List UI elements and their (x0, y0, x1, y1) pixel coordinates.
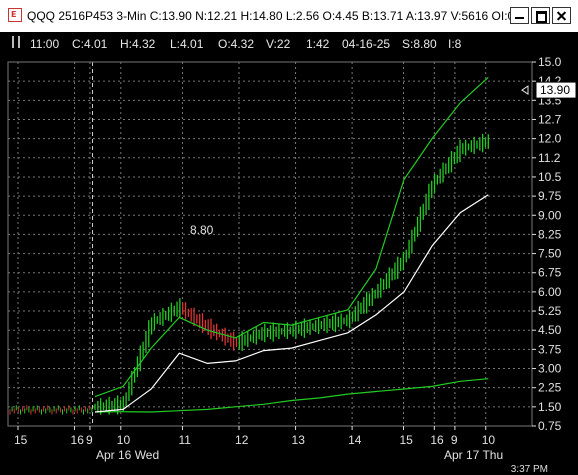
info-duration: 1:42 (306, 37, 330, 51)
minimize-button[interactable] (510, 7, 529, 24)
info-i: I:8 (448, 37, 462, 51)
bar-marker-icon (12, 36, 20, 48)
y-tick-label: 3.00 (538, 362, 562, 376)
y-axis: 15.014.213.512.712.011.210.59.759.008.25… (532, 55, 562, 433)
info-open: O:4.32 (218, 37, 255, 51)
annotations: 13.90 8.80 (190, 81, 577, 237)
last-price-label: 13.90 (540, 83, 570, 97)
y-tick-label: 9.00 (538, 208, 562, 222)
x-tick-label: 14 (348, 433, 362, 447)
info-bar: 11:00 C:4.01 H:4.32 L:4.01 O:4.32 V:22 1… (0, 32, 578, 54)
date-label: Apr 16 Wed (96, 448, 159, 462)
date-label: Apr 17 Thu (444, 448, 503, 462)
info-low: L:4.01 (170, 37, 204, 51)
y-tick-label: 8.25 (538, 227, 562, 241)
x-tick-label: 9 (86, 433, 93, 447)
plot-area (7, 61, 533, 427)
window-title: QQQ 2516P453 3-Min C:13.90 N:12.21 H:14.… (27, 9, 515, 23)
y-tick-label: 10.5 (538, 170, 562, 184)
app-icon-letter: E (11, 10, 17, 19)
y-tick-label: 0.75 (538, 419, 562, 433)
info-s: S:8.80 (402, 37, 437, 51)
last-price-pointer (521, 85, 529, 96)
maximize-button[interactable] (531, 7, 550, 24)
x-tick-label: 10 (482, 433, 496, 447)
close-button[interactable] (552, 7, 571, 24)
x-tick-label: 12 (235, 433, 249, 447)
y-tick-label: 5.25 (538, 304, 562, 318)
title-bar: E QQQ 2516P453 3-Min C:13.90 N:12.21 H:1… (0, 0, 578, 33)
y-tick-label: 7.50 (538, 247, 562, 261)
indicator-lines (94, 76, 489, 413)
y-tick-label: 6.75 (538, 266, 562, 280)
x-tick-label: 10 (117, 433, 131, 447)
y-tick-label: 12.0 (538, 132, 562, 146)
x-tick-label: 13 (292, 433, 306, 447)
x-tick-label: 16 (71, 433, 85, 447)
info-date: 04-16-25 (342, 37, 391, 51)
x-axis: 15 16 9 10 11 12 13 14 15 16 9 10Apr 16 Wed Apr 17 T… (14, 426, 503, 462)
grid-lines (8, 61, 532, 427)
moving-average-line (94, 194, 489, 413)
chart-annotation: 8.80 (190, 223, 214, 237)
info-close: C:4.01 (72, 37, 108, 51)
clock: 3:37 PM (510, 464, 548, 475)
y-tick-label: 2.25 (538, 381, 562, 395)
price-trend-line (95, 141, 488, 407)
y-tick-label: 3.75 (538, 342, 562, 356)
info-high: H:4.32 (120, 37, 156, 51)
y-tick-label: 6.00 (538, 285, 562, 299)
app-icon[interactable]: E (8, 8, 22, 22)
y-tick-label: 1.50 (538, 400, 562, 414)
price-chart[interactable]: 15.014.213.512.712.011.210.59.759.008.25… (0, 54, 578, 463)
bollinger-upper-line (94, 76, 489, 398)
x-tick-label: 15 (400, 433, 414, 447)
x-tick-label: 15 (14, 433, 28, 447)
plot-frame (7, 61, 533, 427)
y-tick-label: 12.7 (538, 112, 562, 126)
price-bars (9, 133, 489, 415)
info-volume: V:22 (266, 37, 291, 51)
y-tick-label: 15.0 (538, 55, 562, 69)
x-tick-label: 16 (430, 433, 444, 447)
y-tick-label: 9.75 (538, 189, 562, 203)
x-tick-label: 11 (178, 433, 191, 447)
status-bar: 3:37 PM (0, 463, 578, 475)
y-tick-label: 11.2 (538, 151, 561, 165)
x-tick-label: 9 (451, 433, 458, 447)
info-time: 11:00 (30, 37, 60, 51)
y-tick-label: 4.50 (538, 323, 562, 337)
